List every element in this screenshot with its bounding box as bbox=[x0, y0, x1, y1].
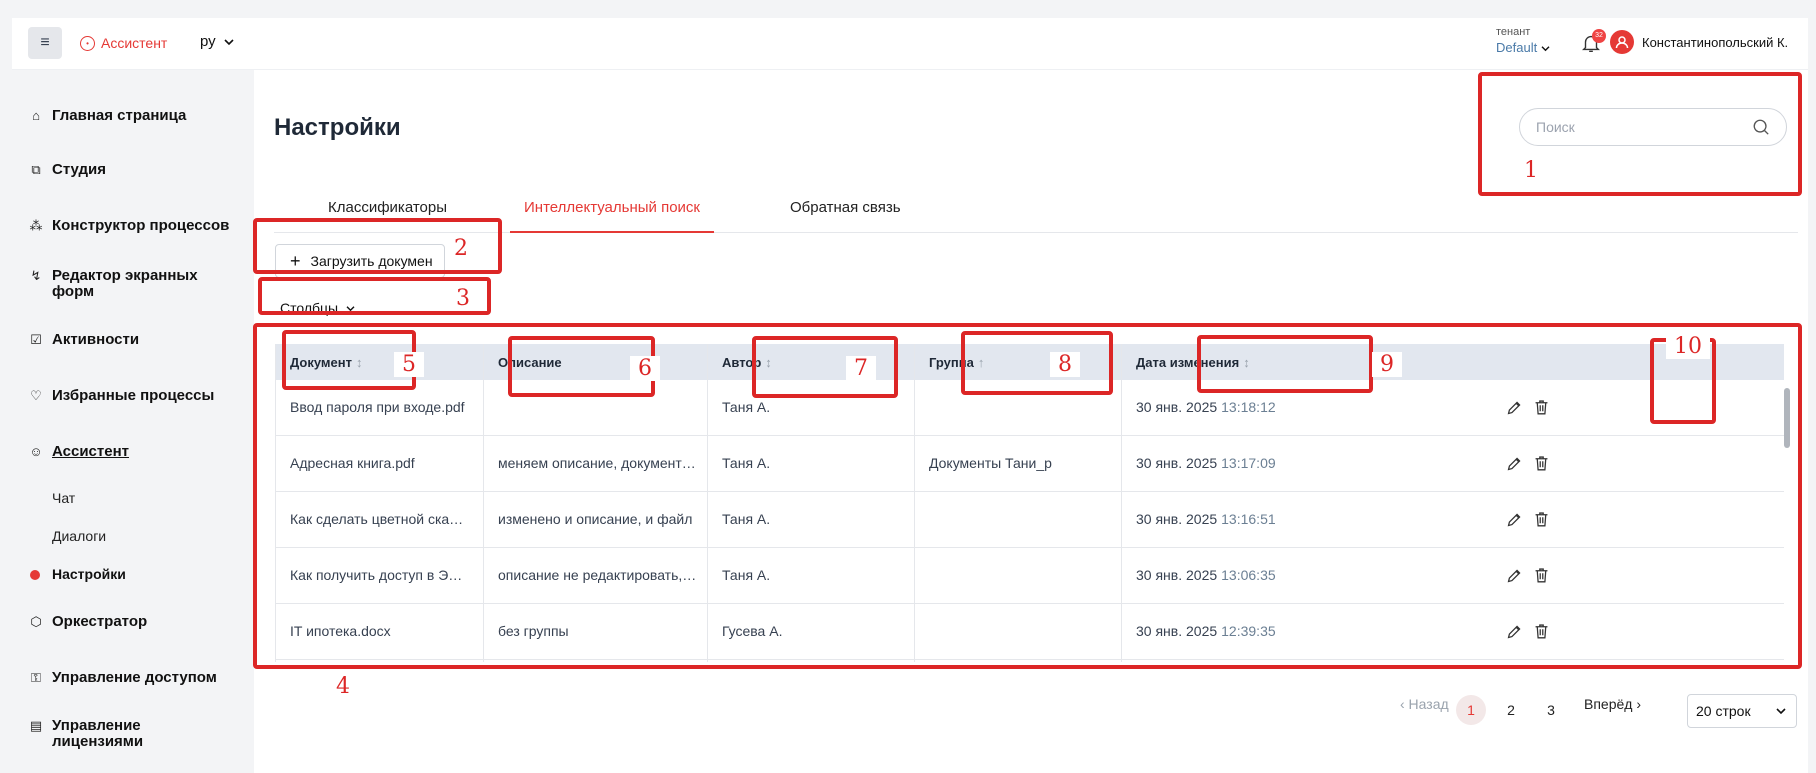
annotation-box-9 bbox=[1197, 335, 1373, 393]
chevron-down-icon bbox=[1776, 708, 1786, 715]
brand-assistant[interactable]: • Ассистент bbox=[80, 35, 167, 51]
language-label: ру bbox=[200, 33, 216, 50]
annotation-label-1: 1 bbox=[1524, 158, 1538, 183]
active-indicator-dot bbox=[30, 570, 40, 580]
sidebar-item-process-constructor[interactable]: ⁂ Конструктор процессов bbox=[28, 218, 230, 234]
page-3[interactable]: 3 bbox=[1536, 695, 1566, 725]
sidebar-item-orchestrator[interactable]: ⬡ Оркестратор bbox=[28, 614, 147, 630]
annotation-label-9: 9 bbox=[1372, 352, 1402, 377]
annotation-label-5: 5 bbox=[394, 352, 424, 377]
chevron-down-icon bbox=[224, 38, 234, 45]
sidebar-item-licenses[interactable]: ▤ Управление лицензиями bbox=[28, 718, 198, 750]
user-icon bbox=[1615, 36, 1629, 49]
studio-icon: ⧉ bbox=[31, 162, 41, 177]
hamburger-icon[interactable]: ≡ bbox=[28, 27, 62, 59]
page-title: Настройки bbox=[274, 114, 401, 141]
tab-classifiers[interactable]: Классификаторы bbox=[328, 199, 447, 216]
sidebar-item-access[interactable]: ⚿ Управление доступом bbox=[28, 670, 217, 686]
app-window: ≡ • Ассистент ру тенант Default 32 Конст… bbox=[12, 18, 1808, 773]
sidebar-item-favorites[interactable]: ♡ Избранные процессы bbox=[28, 388, 214, 404]
screen: ≡ • Ассистент ру тенант Default 32 Конст… bbox=[0, 0, 1816, 773]
tenant-label: тенант bbox=[1496, 26, 1531, 38]
page-size-value: 20 строк bbox=[1696, 703, 1751, 719]
forms-icon: ↯ bbox=[30, 268, 42, 283]
process-icon: ⁂ bbox=[29, 218, 43, 233]
annotation-label-8: 8 bbox=[1050, 352, 1080, 377]
user-menu[interactable]: Константинопольский К. bbox=[1610, 30, 1788, 54]
annotation-label-10: 10 bbox=[1666, 334, 1710, 359]
brand-label: Ассистент bbox=[101, 35, 168, 51]
annotation-label-4: 4 bbox=[336, 674, 350, 699]
sidebar-item-assistant[interactable]: ☺ Ассистент bbox=[28, 444, 129, 460]
pagination-next[interactable]: Вперёд › bbox=[1584, 696, 1641, 712]
tab-feedback[interactable]: Обратная связь bbox=[790, 199, 901, 216]
assistant-logo-icon: • bbox=[80, 35, 95, 51]
sidebar-sub-chat[interactable]: Чат bbox=[52, 490, 75, 506]
sidebar-sub-dialogs[interactable]: Диалоги bbox=[52, 528, 106, 544]
top-bar: ≡ • Ассистент ру тенант Default 32 Конст… bbox=[12, 18, 1808, 70]
pagination-prev[interactable]: ‹ Назад bbox=[1400, 696, 1449, 712]
notifications-badge: 32 bbox=[1592, 29, 1606, 43]
tab-intelligent-search[interactable]: Интеллектуальный поиск bbox=[510, 199, 714, 233]
activities-icon: ☑ bbox=[30, 332, 42, 347]
sidebar-item-forms-editor[interactable]: ↯ Редактор экранных форм bbox=[28, 268, 218, 300]
notifications-button[interactable]: 32 bbox=[1580, 29, 1606, 56]
annotation-label-6: 6 bbox=[630, 356, 660, 381]
assistant-icon: ☺ bbox=[29, 444, 43, 459]
user-name: Константинопольский К. bbox=[1642, 34, 1789, 50]
license-icon: ▤ bbox=[29, 718, 43, 733]
home-icon: ⌂ bbox=[32, 108, 40, 123]
page-2[interactable]: 2 bbox=[1496, 695, 1526, 725]
avatar bbox=[1610, 30, 1634, 54]
sidebar-item-home[interactable]: ⌂ Главная страница bbox=[28, 108, 186, 124]
tenant-selector[interactable]: тенант Default bbox=[1496, 26, 1550, 55]
language-selector[interactable]: ру bbox=[200, 33, 234, 50]
annotation-label-2: 2 bbox=[446, 236, 476, 261]
orchestrator-icon: ⬡ bbox=[30, 614, 42, 629]
heart-icon: ♡ bbox=[30, 388, 42, 403]
annotation-box-7 bbox=[752, 336, 898, 398]
tenant-value: Default bbox=[1496, 40, 1538, 55]
sidebar-item-activities[interactable]: ☑ Активности bbox=[28, 332, 139, 348]
chevron-down-icon bbox=[1541, 46, 1550, 52]
sidebar-item-studio[interactable]: ⧉ Студия bbox=[28, 162, 106, 178]
sidebar-sub-settings[interactable]: Настройки bbox=[52, 566, 126, 582]
annotation-label-7: 7 bbox=[846, 356, 876, 381]
page-1[interactable]: 1 bbox=[1456, 695, 1486, 725]
annotation-box-8 bbox=[961, 331, 1113, 395]
annotation-label-3: 3 bbox=[448, 286, 478, 311]
lock-icon: ⚿ bbox=[31, 670, 41, 685]
page-size-select[interactable]: 20 строк bbox=[1687, 694, 1797, 728]
